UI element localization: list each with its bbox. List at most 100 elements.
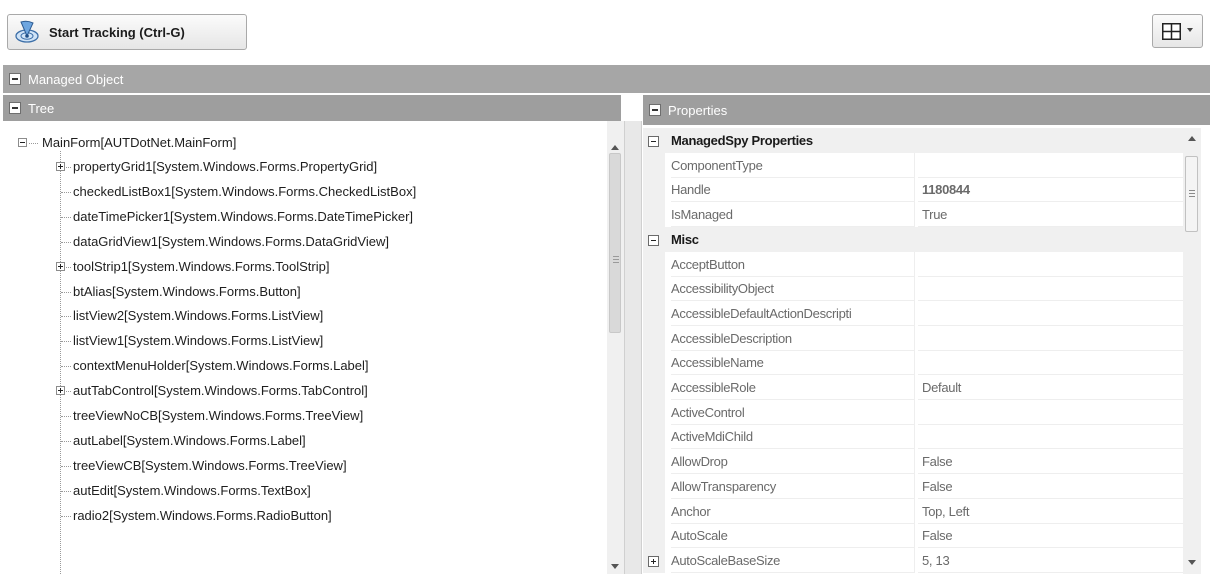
property-value[interactable]: Default (918, 375, 1183, 400)
expand-icon[interactable] (56, 261, 65, 271)
property-row[interactable]: AllowDrop False (643, 449, 1183, 475)
collapse-icon[interactable] (649, 104, 661, 116)
property-value[interactable]: 1180844 (918, 177, 1183, 203)
property-gutter (643, 449, 665, 475)
tree-header[interactable]: Tree (3, 95, 621, 121)
start-tracking-label: Start Tracking (Ctrl-G) (49, 24, 185, 40)
property-row[interactable]: AutoScaleBaseSize 5, 13 (643, 547, 1183, 573)
tree-node-label: checkedListBox1[System.Windows.Forms.Che… (73, 183, 417, 199)
tree-node-label: listView1[System.Windows.Forms.ListView] (73, 333, 324, 349)
expand-icon[interactable] (56, 386, 65, 396)
panel-splitter[interactable] (624, 121, 642, 574)
properties-scrollbar[interactable] (1183, 128, 1201, 574)
property-value[interactable]: False (918, 474, 1183, 499)
property-name: AllowTransparency (671, 473, 915, 499)
property-gutter (643, 399, 665, 425)
property-row[interactable]: AccessibleDescription (643, 325, 1183, 351)
property-value[interactable] (918, 252, 1183, 277)
property-row[interactable]: ActiveControl (643, 399, 1183, 425)
property-value[interactable] (918, 350, 1183, 376)
tree-node-label: treeViewNoCB[System.Windows.Forms.TreeVi… (73, 408, 364, 423)
tree-node-label: treeViewCB[System.Windows.Forms.TreeView… (73, 457, 347, 473)
property-name: ActiveMdiChild (671, 424, 915, 450)
tree-node-label: btAlias[System.Windows.Forms.Button] (73, 283, 301, 299)
scroll-up-icon[interactable] (611, 145, 619, 150)
property-category[interactable]: ManagedSpy Properties (643, 128, 1183, 153)
property-name: Handle (671, 177, 915, 203)
start-tracking-button[interactable]: Start Tracking (Ctrl-G) (7, 14, 247, 50)
grid-layout-icon (1162, 23, 1181, 40)
property-gutter (643, 276, 665, 302)
property-value[interactable]: 5, 13 (918, 548, 1183, 573)
tree-node-label: toolStrip1[System.Windows.Forms.ToolStri… (73, 258, 330, 274)
property-value[interactable] (918, 400, 1183, 425)
property-name: AccessibleDefaultActionDescripti (671, 300, 915, 326)
collapse-icon[interactable] (9, 102, 21, 114)
tree-connector-line (60, 151, 61, 574)
property-row[interactable]: AutoScale False (643, 523, 1183, 549)
property-value[interactable]: Top, Left (918, 499, 1183, 524)
properties-header[interactable]: Properties (643, 95, 1210, 125)
tree-node-label: dateTimePicker1[System.Windows.Forms.Dat… (73, 208, 414, 224)
property-row[interactable]: Anchor Top, Left (643, 498, 1183, 524)
collapse-icon[interactable] (9, 73, 21, 85)
collapse-icon[interactable] (648, 234, 659, 246)
property-category[interactable]: Misc (643, 226, 1183, 252)
property-grid[interactable]: ManagedSpy Properties ComponentType Handle… (643, 128, 1183, 574)
scrollbar-thumb[interactable] (1185, 156, 1198, 232)
property-gutter (643, 300, 665, 326)
property-name: IsManaged (671, 202, 915, 228)
property-gutter (643, 152, 665, 178)
collapse-icon[interactable] (648, 136, 659, 147)
property-row[interactable]: ActiveMdiChild (643, 424, 1183, 450)
property-gutter (643, 473, 665, 499)
property-gutter (643, 375, 665, 400)
properties-title: Properties (668, 102, 728, 118)
toolbar: Start Tracking (Ctrl-G) (0, 0, 1210, 65)
property-value[interactable] (918, 326, 1183, 351)
property-row[interactable]: AccessibleName (643, 350, 1183, 376)
property-row[interactable]: IsManaged True (643, 202, 1183, 228)
tree-node-label: dataGridView1[System.Windows.Forms.DataG… (73, 233, 389, 249)
property-category-label: ManagedSpy Properties (671, 133, 813, 148)
property-name: AutoScaleBaseSize (671, 547, 915, 573)
property-category-label: Misc (671, 231, 699, 247)
layout-dropdown-button[interactable] (1152, 14, 1203, 48)
managed-object-header[interactable]: Managed Object (3, 65, 1210, 93)
property-name: AutoScale (671, 523, 915, 549)
expand-icon[interactable] (56, 162, 65, 171)
tree-node-label: propertyGrid1[System.Windows.Forms.Prope… (73, 159, 378, 174)
property-row[interactable]: ComponentType (643, 152, 1183, 178)
radar-tracking-icon (15, 20, 39, 43)
property-name: Anchor (671, 498, 915, 524)
tree-node-label: autLabel[System.Windows.Forms.Label] (73, 432, 306, 448)
property-name: AcceptButton (671, 251, 915, 277)
expand-icon[interactable] (648, 555, 659, 567)
property-name: ComponentType (671, 152, 915, 178)
property-row[interactable]: AllowTransparency False (643, 473, 1183, 499)
tree-scrollbar[interactable] (607, 121, 624, 574)
property-row[interactable]: AccessibilityObject (643, 276, 1183, 302)
property-row[interactable]: AcceptButton (643, 251, 1183, 277)
collapse-icon[interactable] (18, 138, 27, 147)
scrollbar-thumb[interactable] (609, 153, 621, 333)
property-gutter (643, 498, 665, 524)
property-row[interactable]: AccessibleDefaultActionDescripti (643, 300, 1183, 326)
property-row[interactable]: AccessibleRole Default (643, 375, 1183, 400)
scroll-down-icon[interactable] (611, 564, 619, 569)
property-value[interactable] (918, 276, 1183, 302)
scroll-down-icon[interactable] (1188, 560, 1196, 565)
scroll-up-icon[interactable] (1188, 136, 1196, 141)
property-value[interactable]: False (918, 449, 1183, 475)
property-row[interactable]: Handle 1180844 (643, 177, 1183, 203)
property-value[interactable] (918, 153, 1183, 178)
property-gutter (643, 251, 665, 277)
property-value[interactable]: True (918, 202, 1183, 228)
property-value[interactable]: False (918, 523, 1183, 549)
property-name: AccessibleName (671, 350, 915, 376)
property-value[interactable] (918, 301, 1183, 326)
property-value[interactable] (918, 424, 1183, 450)
property-gutter (643, 177, 665, 203)
object-tree[interactable]: MainForm[AUTDotNet.MainForm] propertyGri… (3, 121, 607, 574)
tree-node-label: MainForm[AUTDotNet.MainForm] (42, 135, 237, 150)
